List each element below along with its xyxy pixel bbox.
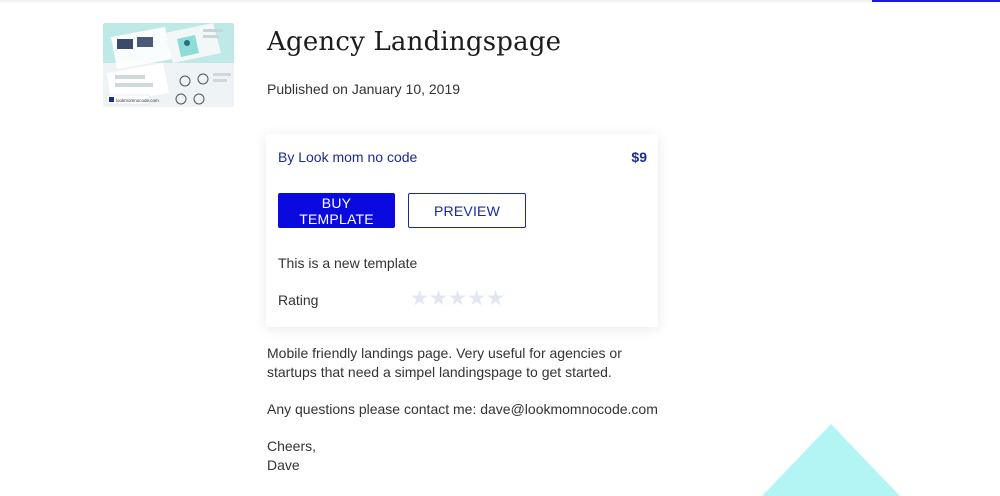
top-bar xyxy=(0,0,1000,4)
star-icon[interactable]: ★ xyxy=(486,287,505,311)
description-line: startups that need a simpel landingspage… xyxy=(267,364,612,380)
star-icon[interactable]: ★ xyxy=(429,287,448,311)
top-accent-line xyxy=(872,0,1000,2)
description-line: Mobile friendly landings page. Very usef… xyxy=(267,345,622,361)
star-icon[interactable]: ★ xyxy=(410,287,429,311)
author-link[interactable]: By Look mom no code xyxy=(278,149,417,165)
rating-label: Rating xyxy=(278,292,319,308)
rating-stars[interactable]: ★ ★ ★ ★ ★ xyxy=(410,287,505,311)
author-name: Dave xyxy=(267,457,300,473)
preview-button[interactable]: PREVIEW xyxy=(408,193,526,228)
purchase-card: By Look mom no code $9 BUY TEMPLATE PREV… xyxy=(266,134,658,327)
published-date: Published on January 10, 2019 xyxy=(267,81,461,97)
thumbnail-preview-image: lookmomnocode.com xyxy=(103,23,234,107)
star-icon[interactable]: ★ xyxy=(467,287,486,311)
thumbnail-caption: lookmomnocode.com xyxy=(116,98,159,103)
page-title: Agency Landingspage xyxy=(267,27,562,57)
star-icon[interactable]: ★ xyxy=(448,287,467,311)
decorative-triangle xyxy=(762,424,900,496)
description: Mobile friendly landings page. Very usef… xyxy=(267,344,687,475)
price-label: $9 xyxy=(631,149,647,165)
template-thumbnail[interactable]: lookmomnocode.com xyxy=(103,23,234,107)
template-note: This is a new template xyxy=(278,255,418,271)
contact-line: Any questions please contact me: dave@lo… xyxy=(267,401,658,417)
buy-template-button[interactable]: BUY TEMPLATE xyxy=(278,193,395,228)
signoff-line: Cheers, xyxy=(267,438,317,454)
